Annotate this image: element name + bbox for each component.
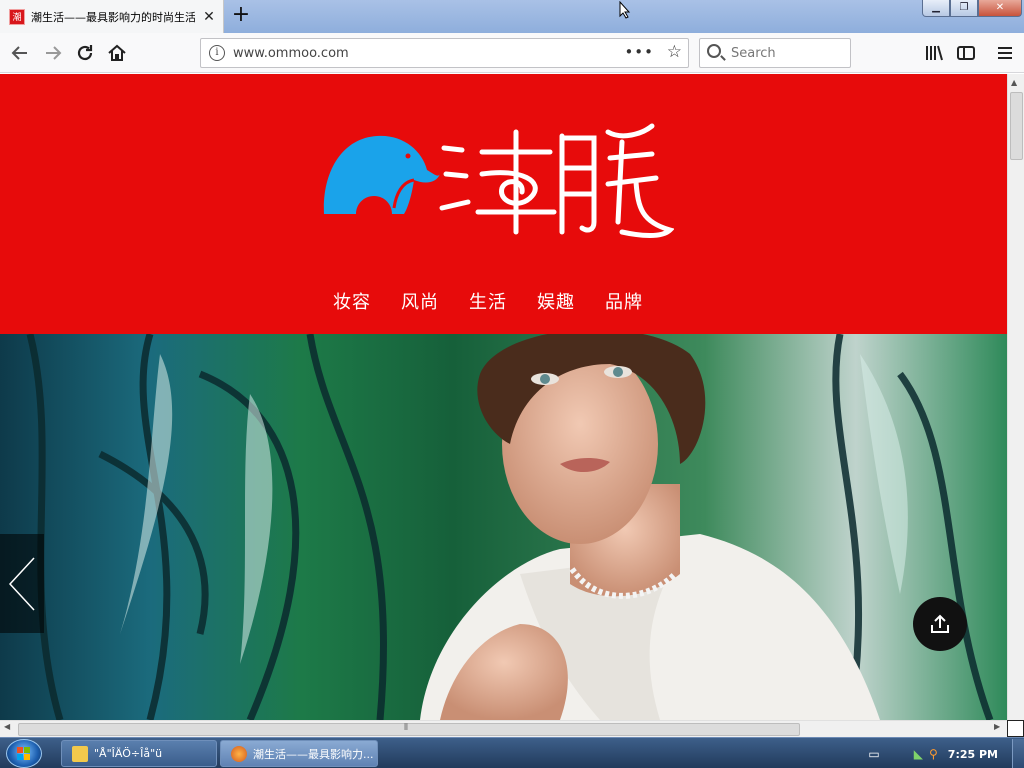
back-icon[interactable] [8, 41, 32, 65]
scroll-left-arrow-icon[interactable]: ◀ [4, 722, 10, 731]
folder-icon [72, 745, 88, 762]
nav-item-lifestyle[interactable]: 生活 [469, 288, 507, 314]
taskbar-item-label: "Å"ÎÄÖ÷Îå"ü [94, 747, 163, 760]
page-viewport: 妆容 风尚 生活 娱趣 品牌 [0, 74, 1007, 720]
scrollbar-corner [1007, 720, 1024, 737]
reload-icon[interactable] [73, 41, 97, 65]
carousel-prev-button[interactable] [0, 534, 44, 633]
vertical-scroll-thumb[interactable] [1010, 92, 1023, 160]
tab-close-button[interactable]: ✕ [201, 9, 217, 25]
url-bar[interactable]: i www.ommoo.com ••• ☆ [200, 38, 689, 68]
navigation-toolbar: i www.ommoo.com ••• ☆ Search [0, 33, 1024, 73]
share-icon [931, 614, 949, 633]
search-icon [707, 44, 721, 58]
search-input[interactable]: Search [731, 46, 776, 61]
mouse-cursor-icon [619, 1, 631, 19]
forward-icon[interactable] [41, 41, 65, 65]
bookmark-star-icon[interactable]: ☆ [667, 42, 682, 62]
share-button[interactable] [913, 597, 967, 651]
firefox-icon [231, 745, 247, 762]
site-info-icon[interactable]: i [209, 45, 225, 61]
new-tab-button[interactable]: + [230, 4, 252, 28]
maximize-button[interactable]: ❐ [950, 0, 978, 17]
nav-item-entertainment[interactable]: 娱趣 [537, 288, 575, 314]
nav-item-fashion[interactable]: 风尚 [401, 288, 439, 314]
horizontal-scrollbar[interactable]: ◀ ⦀ ▶ [0, 720, 1007, 737]
sidebar-icon[interactable] [954, 41, 978, 65]
tab-title: 潮生活——最具影响力的时尚生活 [31, 10, 195, 24]
site-favicon-icon: 潮 [9, 8, 25, 25]
chevron-left-icon [8, 557, 35, 611]
scroll-right-arrow-icon[interactable]: ▶ [994, 722, 1000, 731]
search-bar[interactable]: Search [699, 38, 851, 68]
site-logo[interactable] [322, 112, 675, 246]
scroll-up-arrow-icon[interactable]: ▲ [1011, 78, 1017, 87]
clock[interactable]: 7:25 PM [948, 748, 998, 761]
minimize-button[interactable]: ▁ [922, 0, 950, 17]
scroll-grip-icon: ⦀ [404, 723, 408, 733]
search-tray-icon[interactable]: ⚲ [929, 747, 938, 761]
vertical-scrollbar[interactable]: ▲ [1007, 74, 1024, 720]
site-header: 妆容 风尚 生活 娱趣 品牌 [0, 74, 1007, 334]
close-window-button[interactable]: ✕ [978, 0, 1022, 17]
page-actions-icon[interactable]: ••• [624, 43, 654, 61]
window-controls: ▁ ❐ ✕ [922, 0, 1022, 18]
horizontal-scroll-thumb[interactable]: ⦀ [18, 723, 800, 736]
browser-tab-active[interactable]: 潮 潮生活——最具影响力的时尚生活 ✕ [0, 0, 224, 33]
url-text[interactable]: www.ommoo.com [233, 46, 349, 61]
hero-carousel-image[interactable] [0, 334, 1007, 720]
main-nav: 妆容 风尚 生活 娱趣 品牌 [333, 288, 673, 314]
menu-icon[interactable] [993, 41, 1017, 65]
windows-logo-icon [17, 747, 31, 761]
taskbar-item-explorer[interactable]: "Å"ÎÄÖ÷Îå"ü [61, 740, 217, 767]
home-icon[interactable] [105, 41, 129, 65]
taskbar-item-label: 潮生活——最具影响力... [253, 747, 374, 761]
browser-title-bar: 潮 潮生活——最具影响力的时尚生活 ✕ + ▁ ❐ ✕ [0, 0, 1024, 33]
start-button[interactable] [6, 739, 42, 768]
keyboard-icon[interactable]: ▭ [868, 747, 879, 761]
show-desktop-button[interactable] [1012, 739, 1024, 768]
network-icon[interactable]: ◣ [914, 747, 923, 761]
taskbar-item-firefox[interactable]: 潮生活——最具影响力... [220, 740, 378, 767]
system-tray: ▭ ◣ ⚲ 7:25 PM [862, 739, 1024, 768]
library-icon[interactable] [922, 41, 946, 65]
windows-taskbar: "Å"ÎÄÖ÷Îå"ü 潮生活——最具影响力... ▭ ◣ ⚲ 7:25 PM [0, 737, 1024, 768]
nav-item-makeup[interactable]: 妆容 [333, 288, 371, 314]
nav-item-brands[interactable]: 品牌 [605, 288, 643, 314]
